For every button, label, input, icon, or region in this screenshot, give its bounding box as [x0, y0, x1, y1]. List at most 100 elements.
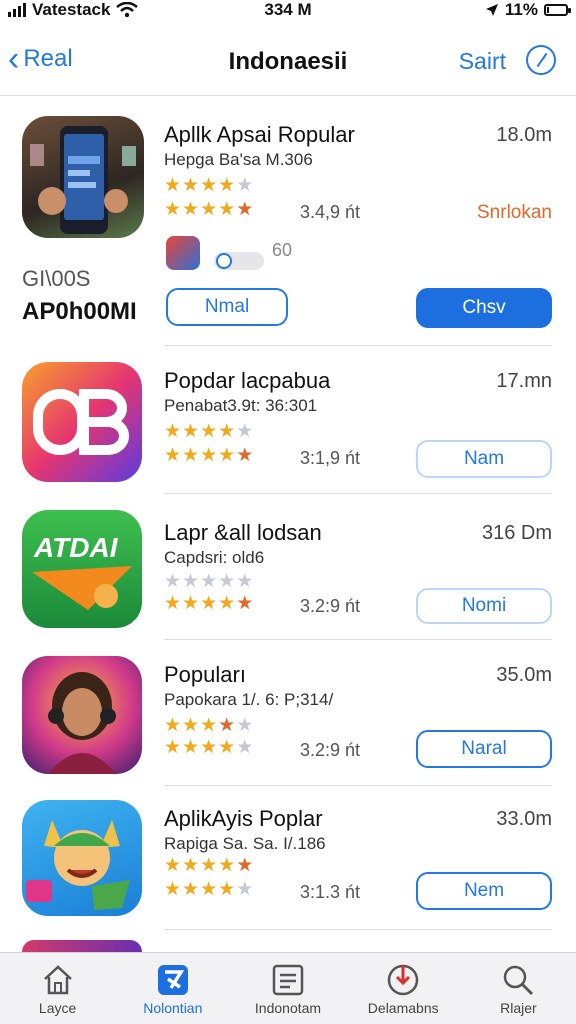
- rating-stars-row2: ★ ★ ★ ★ ★: [164, 594, 253, 614]
- star-icon: ★: [164, 879, 182, 900]
- star-icon: ★: [200, 421, 218, 442]
- tab-label: Nolontian: [143, 1000, 203, 1016]
- get-button[interactable]: Nam: [416, 440, 552, 478]
- navigation-bar: ‹ Real Indonaesii Sairt: [0, 28, 576, 96]
- search-icon: [504, 965, 534, 996]
- next-app-icon-partial: [22, 940, 142, 952]
- star-icon: ★: [236, 593, 254, 614]
- star-icon: ★: [236, 571, 254, 592]
- app-icon-phone[interactable]: [22, 116, 144, 238]
- cartoon-character-icon: [26, 820, 130, 910]
- star-icon: ★: [182, 199, 200, 220]
- compass-icon[interactable]: [526, 45, 556, 75]
- star-icon: ★: [218, 421, 236, 442]
- star-icon: ★: [218, 715, 236, 736]
- toggle-icon: [214, 252, 264, 270]
- get-button[interactable]: Naral: [416, 730, 552, 768]
- star-icon: ★: [218, 445, 236, 466]
- app-row-1[interactable]: GI\00S AP0h00MI Apllk Apsai Ropular Hepg…: [0, 98, 576, 346]
- star-icon: ★: [182, 445, 200, 466]
- rating-stars-row1: ★ ★ ★ ★ ★: [164, 422, 253, 442]
- tab-label: Layce: [38, 1000, 77, 1016]
- battery-fill: [547, 7, 549, 13]
- secondary-button[interactable]: Nmal: [166, 288, 288, 326]
- icon-caption-line-1: GI\00S: [22, 266, 91, 291]
- app-icon-atdai[interactable]: ATDAI: [22, 510, 142, 628]
- app-name: AplikAyis Poplar: [164, 806, 323, 831]
- apps-icon: [157, 965, 188, 995]
- tab-label: Indonotam: [254, 1000, 322, 1016]
- arrow-shape-icon: [32, 566, 132, 610]
- star-icon: ★: [236, 445, 254, 466]
- star-icon: ★: [164, 855, 182, 876]
- star-icon: ★: [218, 571, 236, 592]
- tab-2[interactable]: Nolontian: [115, 953, 230, 1024]
- tab-1[interactable]: Layce: [0, 953, 115, 1024]
- app-icon-portrait[interactable]: [22, 656, 142, 774]
- list-icon: [272, 964, 304, 996]
- mini-app-icon: [166, 236, 200, 270]
- star-icon: ★: [218, 199, 236, 220]
- star-icon: ★: [200, 737, 218, 758]
- status-right: 11%: [485, 0, 571, 20]
- star-icon: ★: [236, 855, 254, 876]
- star-icon: ★: [218, 175, 236, 196]
- app-icon-logo[interactable]: [22, 362, 142, 482]
- star-icon: ★: [218, 737, 236, 758]
- star-icon: ★: [164, 737, 182, 758]
- row-divider: [164, 929, 552, 930]
- tab-label: Delamabns: [367, 1000, 439, 1016]
- rating-stars-row2: ★ ★ ★ ★ ★: [164, 738, 253, 758]
- star-icon: ★: [164, 571, 182, 592]
- app-row-5[interactable]: AplikAyis Poplar Rapiga Sa. Sa. I/.186 3…: [0, 786, 576, 930]
- app-subtitle: Rapiga Sa. Sa. I/.186: [164, 834, 326, 853]
- star-icon: ★: [182, 737, 200, 758]
- star-icon: ★: [218, 855, 236, 876]
- star-icon: ★: [236, 737, 254, 758]
- tab-5[interactable]: Rlajer: [461, 953, 576, 1024]
- star-icon: ★: [182, 421, 200, 442]
- star-icon: ★: [164, 593, 182, 614]
- app-name: Apllk Apsai Ropular: [164, 122, 355, 147]
- battery-percent: 11%: [504, 0, 538, 19]
- app-name: Lapr &all lodsan: [164, 520, 322, 545]
- rating-score: 3:1.3 ńt: [300, 882, 361, 902]
- app-subtitle: Hepga Ba'sa M.306: [164, 150, 313, 169]
- home-icon: [43, 965, 72, 995]
- star-icon: ★: [200, 715, 218, 736]
- app-icon-cartoon[interactable]: [22, 800, 142, 916]
- star-icon: ★: [182, 879, 200, 900]
- app-name: Popdar lacpabua: [164, 368, 331, 393]
- app-row-2[interactable]: Popdar lacpabua Penabat3.9t: 36:301 17.m…: [0, 346, 576, 494]
- get-button[interactable]: Nomi: [416, 588, 552, 624]
- tab-4[interactable]: Delamabns: [346, 953, 461, 1024]
- star-icon: ★: [236, 715, 254, 736]
- star-icon: ★: [200, 879, 218, 900]
- star-icon: ★: [164, 199, 182, 220]
- app-row-3[interactable]: ATDAI Lapr &all lodsan Capdsri: old6 316…: [0, 494, 576, 640]
- primary-button[interactable]: Chsv: [416, 288, 552, 328]
- star-icon: ★: [200, 571, 218, 592]
- app-row-4[interactable]: Popuları Papokara 1/. 6: P;314/ 35.0m ★ ★…: [0, 640, 576, 786]
- star-icon: ★: [164, 445, 182, 466]
- app-subtitle: Penabat3.9t: 36:301: [164, 396, 318, 415]
- logo-mark-icon: [33, 389, 129, 455]
- battery-icon: [544, 4, 571, 16]
- star-icon: ★: [200, 593, 218, 614]
- download-icon: [387, 964, 419, 996]
- status-bar: Vatestack 334 M 11%: [0, 0, 576, 24]
- app-size: 35.0m: [496, 664, 552, 686]
- tab-label: Rlajer: [500, 1000, 537, 1016]
- get-button[interactable]: Nem: [416, 872, 552, 910]
- nav-action-button[interactable]: Sairt: [459, 48, 506, 75]
- rating-stars-row1: ★ ★ ★ ★ ★: [164, 572, 253, 592]
- app-size: 17.mn: [496, 370, 552, 392]
- star-icon: ★: [218, 593, 236, 614]
- star-icon: ★: [164, 715, 182, 736]
- star-icon: ★: [236, 175, 254, 196]
- phone-illustration-icon: [30, 126, 136, 234]
- star-icon: ★: [182, 175, 200, 196]
- portrait-icon: [48, 672, 116, 774]
- star-icon: ★: [200, 445, 218, 466]
- tab-3[interactable]: Indonotam: [230, 953, 345, 1024]
